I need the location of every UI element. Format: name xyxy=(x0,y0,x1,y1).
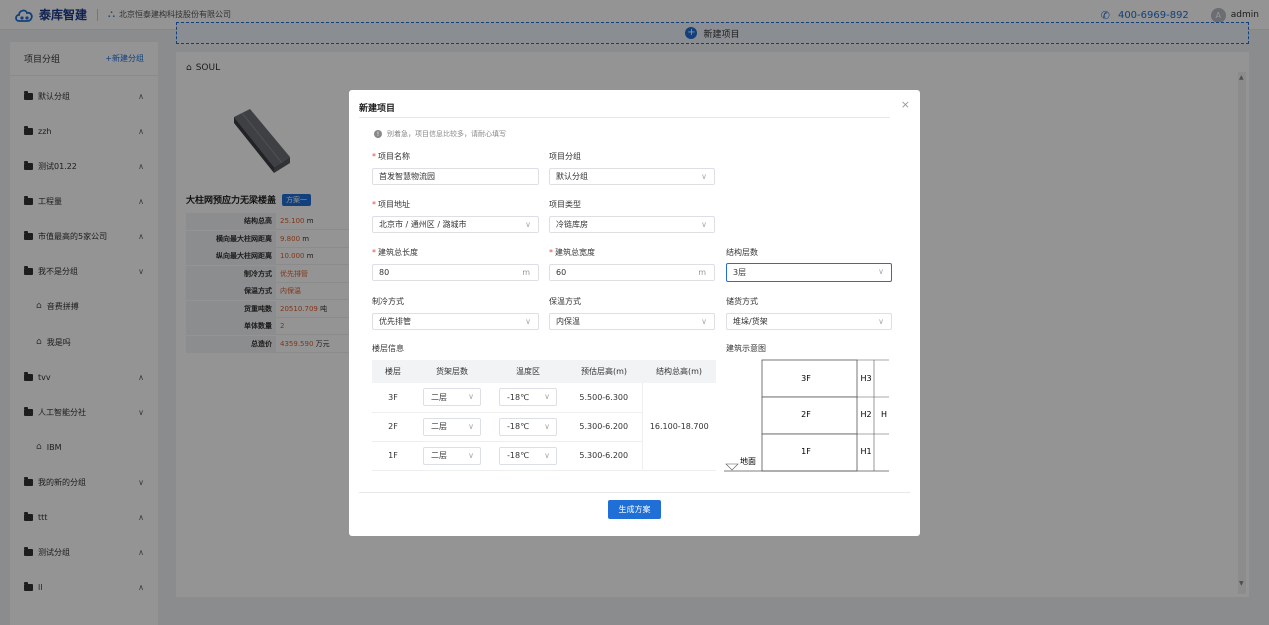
project-group-label: 项目分组 xyxy=(549,152,581,161)
project-address-select[interactable]: 北京市 / 通州区 / 潞城市 ∨ xyxy=(372,216,539,233)
building-width-input[interactable]: 60 m xyxy=(549,264,715,281)
shelf-select[interactable]: 二层 ∨ xyxy=(423,417,481,436)
col-floor-height: 预估层高(m) xyxy=(566,360,642,383)
chevron-down-icon: ∨ xyxy=(525,317,531,326)
diagram-h-total: H xyxy=(881,410,887,419)
col-total-height: 结构总高(m) xyxy=(642,360,716,383)
building-length-input[interactable]: 80 m xyxy=(372,264,539,281)
project-group-select[interactable]: 默认分组 ∨ xyxy=(549,168,715,185)
chevron-down-icon: ∨ xyxy=(544,392,550,402)
diagram-h1: H1 xyxy=(860,447,871,456)
storage-method-label: 储货方式 xyxy=(726,297,758,306)
info-icon: ! xyxy=(374,130,382,138)
chevron-down-icon: ∨ xyxy=(878,317,884,326)
chevron-down-icon: ∨ xyxy=(701,220,707,229)
building-width-label: * 建筑总宽度 xyxy=(549,248,595,257)
close-icon[interactable]: × xyxy=(901,98,910,111)
chevron-down-icon: ∨ xyxy=(525,220,531,229)
chevron-down-icon: ∨ xyxy=(878,267,884,276)
modal-title: 新建项目 xyxy=(359,104,396,114)
chevron-down-icon: ∨ xyxy=(544,421,550,431)
chevron-down-icon: ∨ xyxy=(468,392,474,402)
new-project-modal: 新建项目 × ! 别着急，项目信息比较多，请耐心填写 * 项目名称 首发智慧物流园… xyxy=(349,90,920,536)
floor-height-cell: 5.300-6.200 xyxy=(566,412,642,442)
diagram-floor-3: 3F xyxy=(801,374,811,383)
diagram-floor-1: 1F xyxy=(801,447,811,456)
insulation-select[interactable]: 内保温 ∨ xyxy=(549,313,715,330)
hint-text: ! 别着急，项目信息比较多，请耐心填写 xyxy=(374,129,506,139)
diagram-label: 建筑示意图 xyxy=(726,344,766,353)
col-shelf: 货架层数 xyxy=(414,360,490,383)
diagram-ground: 地面 xyxy=(740,456,756,466)
generate-plan-button[interactable]: 生成方案 xyxy=(608,500,661,519)
chevron-down-icon: ∨ xyxy=(468,421,474,431)
project-type-label: 项目类型 xyxy=(549,200,581,209)
floor-height-cell: 5.500-6.300 xyxy=(566,383,642,413)
col-floor: 楼层 xyxy=(372,360,414,383)
footer-divider xyxy=(359,492,910,493)
chevron-down-icon: ∨ xyxy=(544,450,550,460)
structure-floors-label: 结构层数 xyxy=(726,248,758,257)
project-name-input[interactable]: 首发智慧物流园 xyxy=(372,168,539,185)
diagram-floor-2: 2F xyxy=(801,410,811,419)
chevron-down-icon: ∨ xyxy=(701,317,707,326)
chevron-down-icon: ∨ xyxy=(701,172,707,181)
storage-method-select[interactable]: 堆垛/货架 ∨ xyxy=(726,313,892,330)
total-height-cell: 16.100-18.700 xyxy=(641,383,716,471)
project-address-label: * 项目地址 xyxy=(372,200,410,209)
floor-table: 楼层 货架层数 温度区 预估层高(m) 结构总高(m) 3F 二层 ∨ -18℃ ∨ 5.… xyxy=(372,360,716,471)
temp-select[interactable]: -18℃ ∨ xyxy=(499,446,557,465)
structure-floors-select[interactable]: 3层 ∨ xyxy=(726,263,892,282)
table-row: 3F 二层 ∨ -18℃ ∨ 5.500-6.300 16.100-18.700 xyxy=(372,383,716,471)
shelf-select[interactable]: 二层 ∨ xyxy=(423,446,481,465)
col-temp: 温度区 xyxy=(490,360,566,383)
temp-select[interactable]: -18℃ ∨ xyxy=(499,388,557,407)
temp-select[interactable]: -18℃ ∨ xyxy=(499,417,557,436)
diagram-h2: H2 xyxy=(860,410,871,419)
floor-cell: 2F xyxy=(372,412,414,442)
floor-cell: 1F xyxy=(372,441,414,471)
cooling-method-label: 制冷方式 xyxy=(372,297,404,306)
building-length-label: * 建筑总长度 xyxy=(372,248,418,257)
chevron-down-icon: ∨ xyxy=(468,450,474,460)
diagram-h3: H3 xyxy=(860,374,871,383)
title-divider xyxy=(359,117,890,118)
building-diagram: 3F 2F 1F H3 H2 H1 H 地面 xyxy=(724,359,889,472)
hint-message: 别着急，项目信息比较多，请耐心填写 xyxy=(387,130,506,138)
floor-height-cell: 5.300-6.200 xyxy=(566,441,642,471)
cooling-method-select[interactable]: 优先排管 ∨ xyxy=(372,313,539,330)
shelf-select[interactable]: 二层 ∨ xyxy=(423,388,481,407)
floor-cell: 3F xyxy=(372,383,414,413)
insulation-label: 保温方式 xyxy=(549,297,581,306)
project-type-select[interactable]: 冷链库房 ∨ xyxy=(549,216,715,233)
floor-info-label: 楼层信息 xyxy=(372,344,404,353)
project-name-label: * 项目名称 xyxy=(372,152,410,161)
